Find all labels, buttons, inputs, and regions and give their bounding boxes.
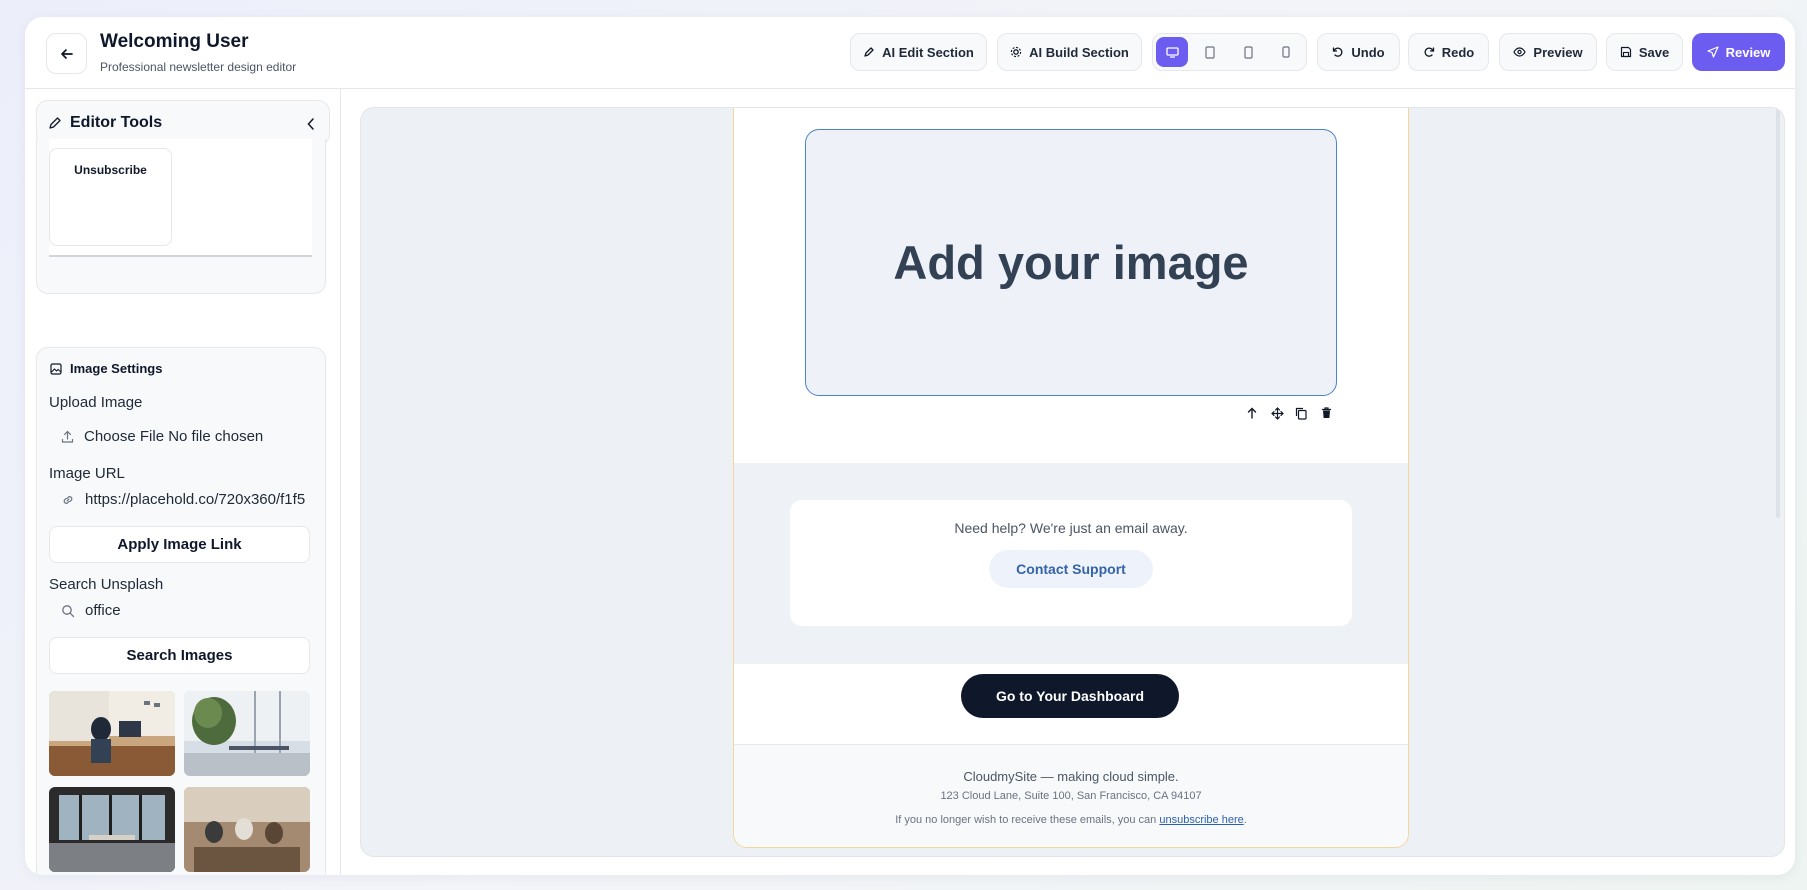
ai-build-section-label: AI Build Section — [1029, 44, 1129, 60]
pencil-icon — [864, 47, 874, 57]
apply-image-link-button[interactable]: Apply Image Link — [49, 526, 310, 563]
editor-tools-sidebar: Editor Tools Unsubscribe Image Settings … — [25, 89, 341, 875]
footer-unsubscribe-prefix: If you no longer wish to receive these e… — [895, 814, 1160, 826]
file-input-text: Choose File No file chosen — [84, 428, 264, 445]
footer-address: 123 Cloud Lane, Suite 100, San Francisco… — [940, 790, 1202, 802]
contact-support-button[interactable]: Contact Support — [989, 550, 1153, 588]
tablet-view-button[interactable] — [1194, 37, 1226, 67]
drag-handle[interactable] — [1269, 405, 1285, 421]
search-images-button[interactable]: Search Images — [49, 637, 310, 674]
eye-icon — [1513, 47, 1527, 57]
search-icon — [62, 604, 75, 617]
save-icon — [1620, 46, 1631, 58]
redo-button[interactable]: Redo — [1408, 33, 1489, 71]
footer-unsubscribe-line: If you no longer wish to receive these e… — [734, 814, 1408, 826]
preview-label: Preview — [1533, 44, 1583, 60]
back-button[interactable] — [46, 33, 87, 74]
unsubscribe-block-tile[interactable]: Unsubscribe — [49, 148, 172, 246]
file-input[interactable]: Choose File No file chosen — [61, 428, 263, 445]
support-card: Need help? We're just an email away. Con… — [790, 500, 1352, 626]
canvas-scrollbar[interactable] — [1776, 108, 1780, 518]
image-settings-panel: Image Settings Upload Image Choose File … — [36, 347, 326, 875]
office-photo-image — [184, 787, 310, 872]
image-icon — [50, 363, 62, 375]
unsubscribe-block-label: Unsubscribe — [74, 163, 147, 177]
redo-label: Redo — [1441, 44, 1475, 60]
mobile-view-button[interactable] — [1270, 37, 1302, 67]
page-subtitle: Professional newsletter design editor — [100, 60, 297, 74]
ai-build-section-button[interactable]: AI Build Section — [997, 33, 1142, 71]
unsplash-search-value: office — [85, 602, 121, 619]
undo-icon — [1333, 47, 1343, 57]
tablet-portrait-icon — [1243, 45, 1253, 59]
office-photo-image — [49, 787, 175, 872]
upload-image-label: Upload Image — [49, 394, 143, 411]
tablet-icon — [1205, 45, 1215, 59]
unsplash-result-3[interactable] — [49, 787, 175, 872]
office-photo-image — [49, 691, 175, 776]
unsubscribe-link[interactable]: unsubscribe here — [1159, 814, 1243, 826]
unsplash-result-2[interactable] — [184, 691, 310, 776]
review-button[interactable]: Review — [1692, 33, 1785, 71]
support-section: Need help? We're just an email away. Con… — [734, 463, 1408, 664]
move-up-button[interactable] — [1244, 405, 1260, 421]
image-block-placeholder[interactable]: Add your image — [805, 129, 1337, 396]
duplicate-button[interactable] — [1293, 405, 1309, 421]
review-label: Review — [1725, 44, 1771, 60]
footer-unsubscribe-suffix: . — [1243, 814, 1247, 826]
preview-button[interactable]: Preview — [1499, 33, 1597, 71]
blocks-panel: Unsubscribe — [36, 139, 326, 294]
search-unsplash-label: Search Unsplash — [49, 576, 164, 593]
desktop-view-button[interactable] — [1156, 37, 1188, 67]
chevron-left-icon[interactable] — [307, 118, 315, 130]
delete-button[interactable] — [1318, 405, 1334, 421]
ai-edit-section-label: AI Edit Section — [882, 44, 974, 60]
image-url-label: Image URL — [49, 465, 125, 482]
link-icon — [63, 495, 73, 504]
redo-icon — [1424, 47, 1434, 57]
unsplash-result-1[interactable] — [49, 691, 175, 776]
editor-app: Welcoming User Professional newsletter d… — [25, 17, 1795, 875]
image-url-input[interactable]: https://placehold.co/720x360/f1f5 — [61, 491, 305, 508]
tablet-portrait-view-button[interactable] — [1232, 37, 1264, 67]
office-photo-image — [184, 691, 310, 776]
device-toggle-group — [1152, 33, 1307, 71]
page-title: Welcoming User — [100, 31, 249, 52]
ai-edit-section-button[interactable]: AI Edit Section — [850, 33, 987, 71]
upload-icon — [61, 430, 74, 443]
top-header: Welcoming User Professional newsletter d… — [25, 17, 1795, 89]
send-icon — [1706, 46, 1719, 58]
email-canvas: Add your image Need help? We're just an … — [360, 107, 1785, 857]
sparkle-cog-icon — [1011, 46, 1022, 58]
image-settings-title: Image Settings — [70, 361, 163, 376]
save-button[interactable]: Save — [1606, 33, 1683, 71]
save-label: Save — [1638, 44, 1670, 60]
go-to-dashboard-button[interactable]: Go to Your Dashboard — [961, 674, 1179, 718]
undo-label: Undo — [1351, 44, 1385, 60]
unsplash-search-input[interactable]: office — [61, 602, 121, 619]
move-icon — [1270, 406, 1284, 420]
trash-icon — [1321, 407, 1331, 418]
arrow-left-icon — [60, 48, 73, 59]
desktop-icon — [1165, 46, 1179, 58]
mobile-icon — [1282, 46, 1290, 58]
arrow-up-icon — [1247, 407, 1257, 419]
footer-tagline: CloudmySite — making cloud simple. — [963, 769, 1179, 784]
support-text: Need help? We're just an email away. — [954, 520, 1188, 536]
edit-icon — [49, 117, 61, 129]
undo-button[interactable]: Undo — [1317, 33, 1400, 71]
editor-tools-title: Editor Tools — [70, 114, 163, 131]
image-url-value: https://placehold.co/720x360/f1f5 — [85, 491, 306, 508]
email-preview: Add your image Need help? We're just an … — [733, 108, 1409, 848]
email-footer: CloudmySite — making cloud simple. 123 C… — [734, 744, 1408, 847]
copy-icon — [1295, 407, 1307, 420]
unsplash-result-4[interactable] — [184, 787, 310, 872]
